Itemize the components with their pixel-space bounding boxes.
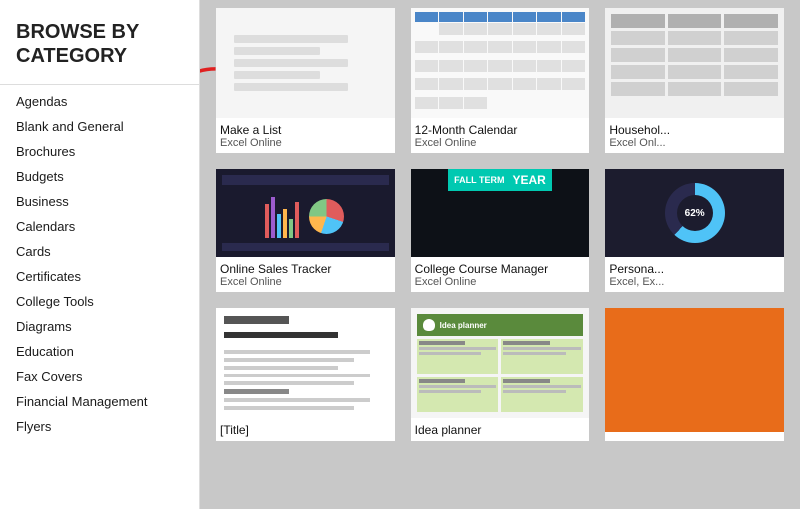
template-card[interactable]: Make a List Excel Online — [216, 8, 395, 153]
template-info: Make a List Excel Online — [216, 118, 395, 153]
template-info: Online Sales Tracker Excel Online — [216, 257, 395, 292]
template-name: Make a List — [220, 123, 391, 137]
template-name: [Title] — [220, 423, 391, 437]
sidebar-item-cards[interactable]: Cards — [0, 239, 199, 264]
template-thumbnail — [411, 8, 590, 118]
template-card[interactable]: Idea planner — [411, 308, 590, 441]
template-app: Excel Onl... — [609, 137, 780, 149]
browse-title: BROWSE BY CATEGORY — [0, 10, 199, 85]
template-app: Excel, Ex... — [609, 276, 780, 288]
template-name: Persona... — [609, 262, 780, 276]
sidebar-item-business[interactable]: Business — [0, 189, 199, 214]
sidebar-item-agendas[interactable]: Agendas — [0, 89, 199, 114]
template-info: Persona... Excel, Ex... — [605, 257, 784, 292]
template-card[interactable]: Househol... Excel Onl... — [605, 8, 784, 153]
category-list: AgendasBlank and GeneralBrochuresBudgets… — [0, 89, 199, 439]
template-info: [Title] — [216, 418, 395, 441]
template-name: Idea planner — [415, 423, 586, 437]
sidebar-item-diagrams[interactable]: Diagrams — [0, 314, 199, 339]
template-name: 12-Month Calendar — [415, 123, 586, 137]
main-content: Make a List Excel Online — [200, 0, 800, 509]
sidebar-item-blank-and-general[interactable]: Blank and General — [0, 114, 199, 139]
template-card[interactable]: 62% Persona... Excel, Ex... — [605, 169, 784, 292]
template-thumbnail — [216, 308, 395, 418]
template-info — [605, 432, 784, 441]
template-thumbnail — [605, 308, 784, 432]
sidebar-item-brochures[interactable]: Brochures — [0, 139, 199, 164]
template-info: Idea planner — [411, 418, 590, 441]
template-card[interactable] — [605, 308, 784, 441]
template-thumbnail: Idea planner — [411, 308, 590, 418]
sidebar-item-fax-covers[interactable]: Fax Covers — [0, 364, 199, 389]
template-grid: Make a List Excel Online — [212, 0, 788, 449]
sidebar-item-financial-management[interactable]: Financial Management — [0, 389, 199, 414]
template-thumbnail — [605, 8, 784, 118]
donut-label: 62% — [677, 195, 713, 231]
sidebar-item-college-tools[interactable]: College Tools — [0, 289, 199, 314]
sidebar-item-education[interactable]: Education — [0, 339, 199, 364]
template-info: College Course Manager Excel Online — [411, 257, 590, 292]
template-app: Excel Online — [415, 276, 586, 288]
template-thumbnail: FALL TERM YEAR — [411, 169, 590, 257]
template-thumbnail — [216, 8, 395, 118]
sidebar: BROWSE BY CATEGORY AgendasBlank and Gene… — [0, 0, 200, 509]
template-name: Househol... — [609, 123, 780, 137]
template-card[interactable]: [Title] — [216, 308, 395, 441]
sidebar-item-calendars[interactable]: Calendars — [0, 214, 199, 239]
sidebar-item-certificates[interactable]: Certificates — [0, 264, 199, 289]
template-card[interactable]: 12-Month Calendar Excel Online — [411, 8, 590, 153]
template-name: College Course Manager — [415, 262, 586, 276]
template-thumbnail — [216, 169, 395, 257]
template-name: Online Sales Tracker — [220, 262, 391, 276]
sidebar-item-flyers[interactable]: Flyers — [0, 414, 199, 439]
template-app: Excel Online — [220, 137, 391, 149]
template-info: Househol... Excel Onl... — [605, 118, 784, 153]
template-info: 12-Month Calendar Excel Online — [411, 118, 590, 153]
template-card[interactable]: Online Sales Tracker Excel Online — [216, 169, 395, 292]
template-app: Excel Online — [415, 137, 586, 149]
template-app: Excel Online — [220, 276, 391, 288]
template-thumbnail: 62% — [605, 169, 784, 257]
sidebar-item-budgets[interactable]: Budgets — [0, 164, 199, 189]
template-card[interactable]: FALL TERM YEAR College Course Manager Ex… — [411, 169, 590, 292]
